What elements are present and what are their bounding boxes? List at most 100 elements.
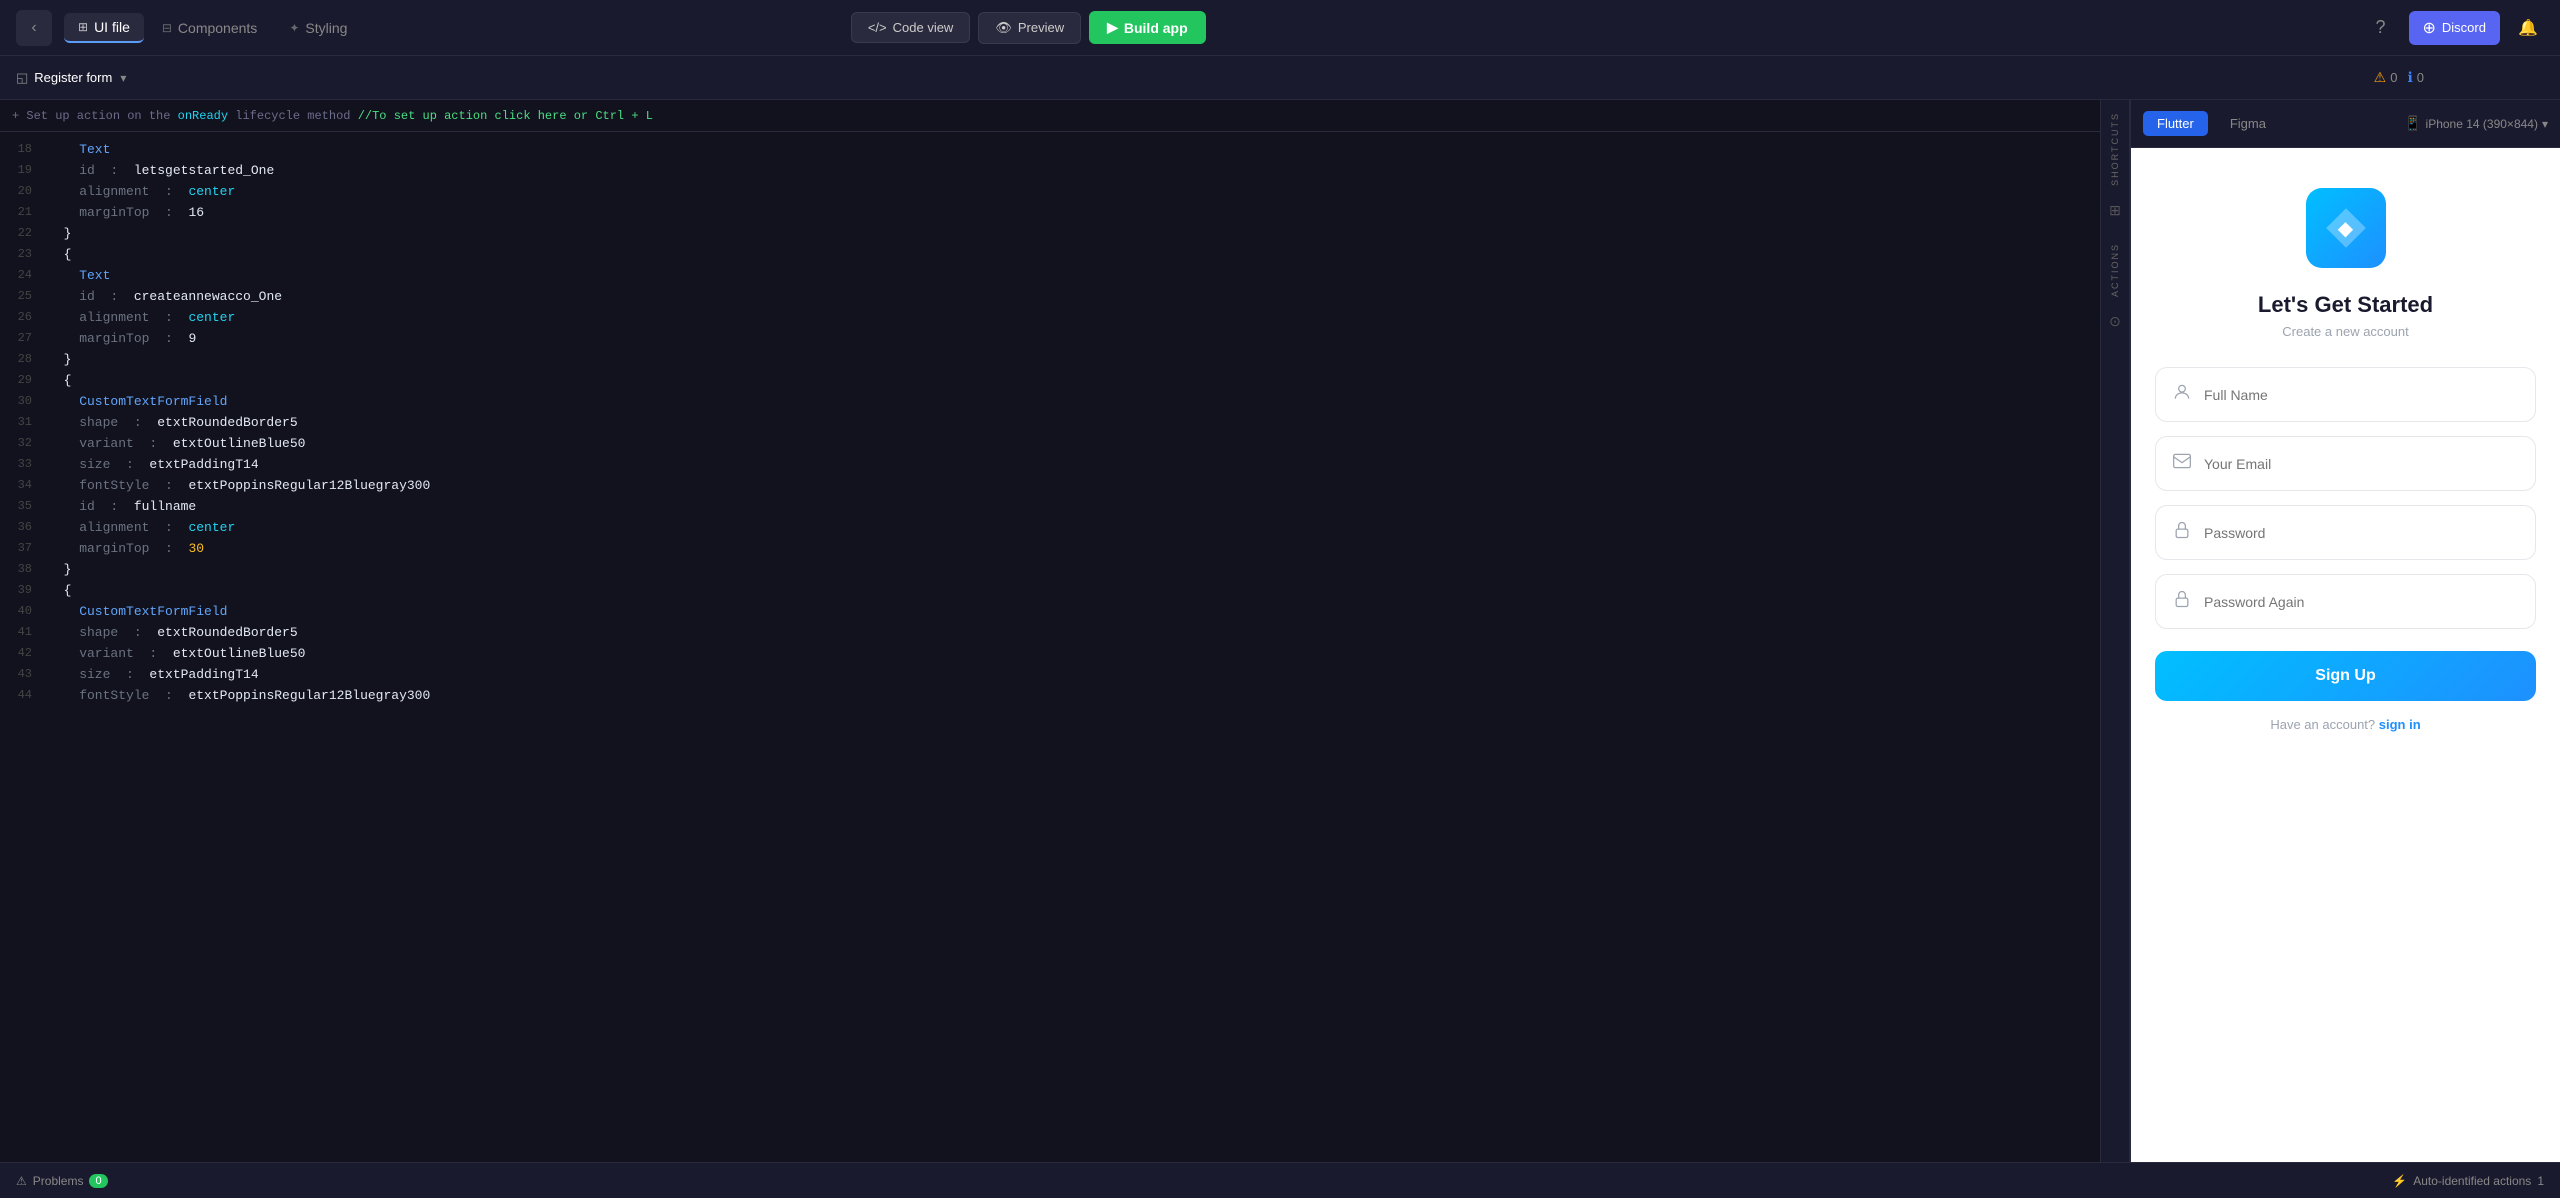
sign-up-button[interactable]: Sign Up [2155, 651, 2536, 701]
code-line: 28 } [0, 350, 2100, 371]
tab-styling[interactable]: ✦ Styling [275, 14, 361, 42]
problems-count-badge: 0 [89, 1174, 107, 1188]
lifecycle-bar: + Set up action on the onReady lifecycle… [0, 100, 2100, 132]
full-name-field[interactable] [2155, 367, 2536, 422]
code-line: 25 id : createannewacco_One [0, 287, 2100, 308]
auto-identified-actions[interactable]: ⚡ Auto-identified actions 1 [2392, 1174, 2544, 1188]
code-line: 34 fontStyle : etxtPoppinsRegular12Blueg… [0, 476, 2100, 497]
phone-screen: ◆ Let's Get Started Create a new account [2131, 148, 2560, 1162]
code-line: 18 Text [0, 140, 2100, 161]
code-line: 41 shape : etxtRoundedBorder5 [0, 623, 2100, 644]
have-account-text: Have an account? [2270, 717, 2375, 732]
full-name-input[interactable] [2204, 387, 2519, 403]
tab-components[interactable]: ⊟ Components [148, 14, 271, 42]
code-line: 20 alignment : center [0, 182, 2100, 203]
warning-count: 0 [2390, 70, 2397, 85]
code-line: 38 } [0, 560, 2100, 581]
password-again-input[interactable] [2204, 594, 2519, 610]
tab-figma[interactable]: Figma [2216, 111, 2280, 136]
grid-icon[interactable]: ⊞ [2109, 202, 2121, 219]
code-view-label: Code view [893, 20, 954, 35]
preview-label: Preview [1018, 20, 1064, 35]
styling-icon: ✦ [289, 21, 299, 35]
tab-ui-file[interactable]: ⊞ UI file [64, 13, 144, 43]
code-view-icon: </> [868, 20, 887, 35]
back-button[interactable]: ‹ [16, 10, 52, 46]
sign-in-link[interactable]: sign in [2379, 717, 2421, 732]
lock-icon [2172, 520, 2192, 545]
file-bar: ◱ Register form ▾ ⚠ 0 ℹ 0 [0, 56, 2560, 100]
code-line: 23 { [0, 245, 2100, 266]
preview-header: Flutter Figma 📱 iPhone 14 (390×844) ▾ [2131, 100, 2560, 148]
main-content: + Set up action on the onReady lifecycle… [0, 100, 2560, 1162]
file-label: ◱ Register form [16, 70, 112, 86]
password-input[interactable] [2204, 525, 2519, 541]
lifecycle-keyword: onReady [178, 109, 228, 123]
actions-label[interactable]: ACTIONS [2110, 239, 2120, 301]
help-icon: ? [2375, 17, 2385, 38]
build-label: Build app [1124, 20, 1188, 36]
password-field[interactable] [2155, 505, 2536, 560]
play-icon: ▶ [1107, 19, 1118, 36]
components-icon: ⊟ [162, 21, 172, 35]
tab-ui-file-label: UI file [94, 19, 130, 35]
shortcuts-label[interactable]: SHORTCUTS [2110, 108, 2120, 190]
code-line: 32 variant : etxtOutlineBlue50 [0, 434, 2100, 455]
info-icon: ℹ [2407, 69, 2412, 86]
device-label: iPhone 14 (390×844) [2426, 117, 2538, 131]
ui-file-icon: ⊞ [78, 20, 88, 34]
code-view-button[interactable]: </> Code view [851, 12, 971, 43]
form-title: Let's Get Started [2258, 292, 2433, 318]
problems-tab[interactable]: ⚠ Problems 0 [16, 1174, 108, 1188]
email-field[interactable] [2155, 436, 2536, 491]
actions-icon[interactable]: ⊙ [2109, 313, 2121, 330]
file-name: Register form [34, 70, 112, 85]
tab-components-label: Components [178, 20, 257, 36]
code-line: 39 { [0, 581, 2100, 602]
preview-panel: Flutter Figma 📱 iPhone 14 (390×844) ▾ ◆ … [2130, 100, 2560, 1162]
discord-label: Discord [2442, 20, 2486, 35]
preview-icon: 👁 [995, 20, 1012, 36]
help-button[interactable]: ? [2365, 12, 2397, 44]
build-app-button[interactable]: ▶ Build app [1089, 11, 1206, 44]
chevron-down-icon: ▾ [2542, 117, 2548, 131]
code-line: 35 id : fullname [0, 497, 2100, 518]
notification-button[interactable]: 🔔 [2512, 12, 2544, 44]
warning-badge: ⚠ 0 [2374, 69, 2398, 86]
error-badge: ℹ 0 [2407, 69, 2424, 86]
top-navigation: ‹ ⊞ UI file ⊟ Components ✦ Styling </> C… [0, 0, 2560, 56]
code-line: 27 marginTop : 9 [0, 329, 2100, 350]
code-line: 40 CustomTextFormField [0, 602, 2100, 623]
preview-button[interactable]: 👁 Preview [978, 12, 1081, 44]
code-line: 44 fontStyle : etxtPoppinsRegular12Blueg… [0, 686, 2100, 707]
lifecycle-comment: //To set up action click here or Ctrl + … [358, 109, 653, 123]
auto-actions-icon: ⚡ [2392, 1174, 2407, 1188]
form-subtitle: Create a new account [2282, 324, 2408, 339]
password-again-field[interactable] [2155, 574, 2536, 629]
discord-button[interactable]: ⊕ Discord [2409, 11, 2500, 45]
notification-icon: 🔔 [2518, 18, 2538, 38]
file-icon: ◱ [16, 70, 28, 86]
user-icon [2172, 382, 2192, 407]
code-editor[interactable]: + Set up action on the onReady lifecycle… [0, 100, 2100, 1162]
device-selector[interactable]: 📱 iPhone 14 (390×844) ▾ [2404, 115, 2548, 132]
tab-flutter[interactable]: Flutter [2143, 111, 2208, 136]
code-line: 42 variant : etxtOutlineBlue50 [0, 644, 2100, 665]
have-account-row: Have an account? sign in [2270, 717, 2420, 732]
warning-icon: ⚠ [2374, 69, 2387, 86]
code-line: 37 marginTop : 30 [0, 539, 2100, 560]
email-input[interactable] [2204, 456, 2519, 472]
code-area[interactable]: 18 Text 19 id : letsgetstarted_One 20 al… [0, 132, 2100, 1162]
code-line: 26 alignment : center [0, 308, 2100, 329]
auto-actions-label: Auto-identified actions [2413, 1174, 2531, 1188]
code-line: 33 size : etxtPaddingT14 [0, 455, 2100, 476]
logo-icon: ◆ [2338, 216, 2353, 241]
code-line: 24 Text [0, 266, 2100, 287]
file-dropdown-button[interactable]: ▾ [120, 71, 126, 85]
lifecycle-middle: lifecycle method [228, 109, 358, 123]
lifecycle-prefix: + Set up action on the [12, 109, 178, 123]
code-line: 19 id : letsgetstarted_One [0, 161, 2100, 182]
tab-styling-label: Styling [305, 20, 347, 36]
problems-label: Problems [33, 1174, 84, 1188]
shortcuts-strip: SHORTCUTS ⊞ ACTIONS ⊙ [2100, 100, 2130, 1162]
